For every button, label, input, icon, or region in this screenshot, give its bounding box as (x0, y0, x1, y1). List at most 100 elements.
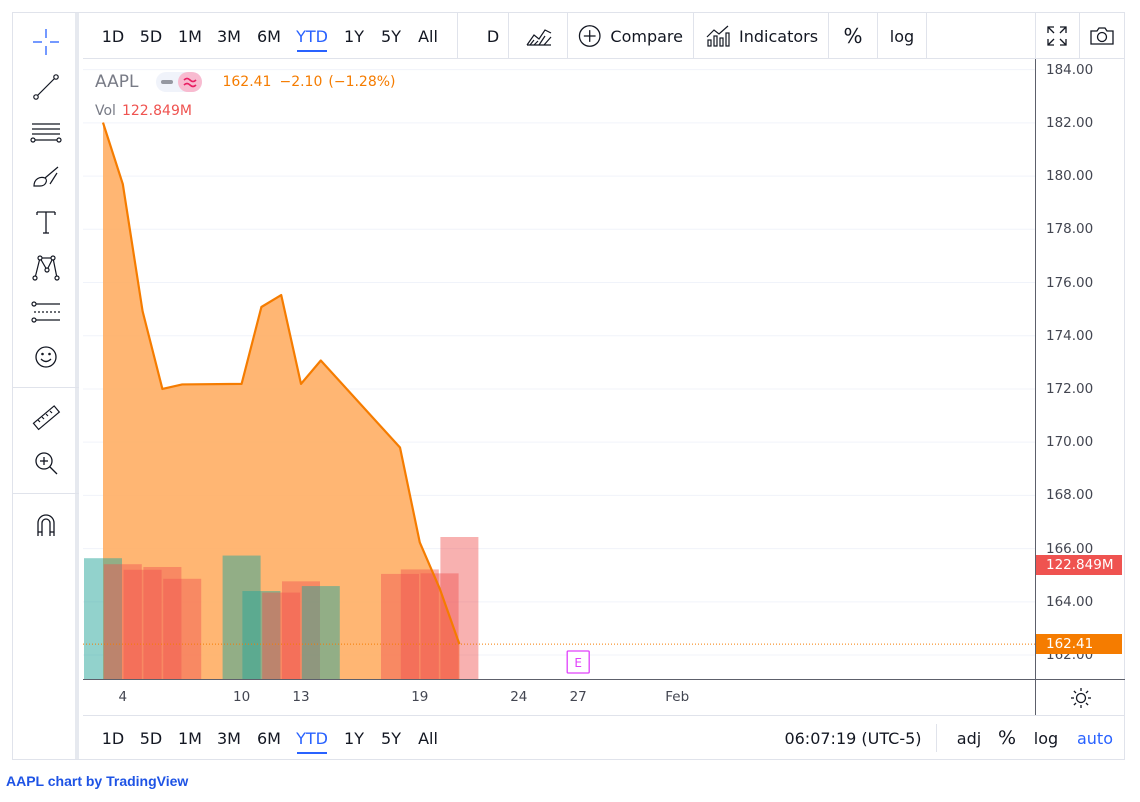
emoji-icon[interactable] (27, 338, 65, 376)
volume-label: Vol (95, 103, 116, 119)
indicators-icon (706, 25, 730, 47)
percent-scale-button[interactable]: % (829, 13, 877, 59)
range-1d-button[interactable]: 1D (99, 13, 127, 59)
trend-line-icon[interactable] (27, 68, 65, 106)
credit-symbol: AAPL (6, 773, 44, 789)
area-chart-icon (526, 29, 552, 46)
range-5y-button[interactable]: 5Y (375, 13, 407, 59)
fib-retracement-icon[interactable] (27, 113, 65, 151)
screenshot-button[interactable] (1079, 13, 1125, 59)
toolbar-divider (13, 387, 79, 388)
interval-button[interactable]: D (469, 13, 517, 59)
range-3m-button[interactable]: 3M (213, 13, 245, 59)
chart-type-button[interactable] (517, 13, 561, 59)
clock-timezone-button[interactable]: 06:07:19 (UTC-5) (783, 716, 923, 760)
time-tick-label: Feb (665, 689, 690, 705)
range-ytd-button[interactable]: YTD (292, 13, 332, 59)
time-scale[interactable]: 4 10 13 19 24 27 Feb (83, 679, 1036, 715)
time-tick-label: 10 (233, 689, 251, 705)
magnet-icon[interactable] (27, 506, 65, 544)
zoom-in-icon[interactable] (27, 444, 65, 482)
credit-text: chart by TradingView (47, 773, 189, 789)
price-tick-label: 184.00 (1046, 61, 1094, 78)
series-settings-button[interactable] (178, 72, 203, 92)
price-tick-label: 174.00 (1046, 327, 1094, 344)
indicators-label: Indicators (739, 26, 819, 46)
range-all-button[interactable]: All (413, 13, 443, 59)
price-tick-label: 180.00 (1046, 168, 1094, 185)
toolbar-divider (877, 13, 878, 59)
bottom-range-ytd-button[interactable]: YTD (292, 716, 332, 760)
price-tick-label: 170.00 (1046, 434, 1094, 451)
bottom-range-all-button[interactable]: All (413, 716, 443, 760)
price-tick-label: 172.00 (1046, 380, 1094, 397)
indicators-button[interactable]: Indicators (693, 13, 827, 59)
time-tick-label: 13 (292, 689, 310, 705)
last-price-value: 162.41 (222, 74, 272, 90)
auto-scale-button[interactable]: auto (1073, 716, 1117, 760)
price-change-percent: (−1.28%) (328, 74, 396, 90)
range-6m-button[interactable]: 6M (253, 13, 285, 59)
top-toolbar: 1D 5D 1M 3M 6M YTD 1Y 5Y All D Compare I… (83, 13, 1125, 59)
volume-tag: 122.849M (1036, 554, 1122, 575)
chart-widget: 1D 5D 1M 3M 6M YTD 1Y 5Y All D Compare I… (12, 12, 1125, 760)
bottom-range-5y-button[interactable]: 5Y (375, 716, 407, 760)
log-scale-button[interactable]: log (879, 13, 925, 59)
symbol-label: AAPL (95, 72, 139, 92)
price-tick-label: 182.00 (1046, 114, 1094, 131)
bottom-range-1y-button[interactable]: 1Y (339, 716, 369, 760)
sun-icon (1070, 687, 1091, 708)
legend-toggle-group (156, 72, 203, 92)
price-scale[interactable]: 184.00 182.00 180.00 178.00 176.00 174.00 172.… (1035, 59, 1125, 679)
hide-series-button[interactable] (156, 72, 178, 92)
bottom-log-button[interactable]: log (1029, 716, 1063, 760)
compare-label: Compare (610, 26, 683, 46)
bottom-range-1m-button[interactable]: 1M (175, 716, 205, 760)
price-change-value: −2.10 (279, 74, 323, 90)
pattern-icon[interactable] (27, 248, 65, 286)
adjust-dividends-button[interactable]: adj (951, 716, 987, 760)
wave-icon (183, 77, 198, 88)
range-1y-button[interactable]: 1Y (339, 13, 369, 59)
toolbar-divider (457, 13, 458, 59)
bottom-percent-button[interactable]: % (995, 716, 1019, 760)
bottom-range-3m-button[interactable]: 3M (213, 716, 245, 760)
crosshair-icon[interactable] (27, 23, 65, 61)
bottom-toolbar: 1D 5D 1M 3M 6M YTD 1Y 5Y All 06:07:19 (U… (83, 715, 1125, 759)
drawing-toolbar (13, 13, 79, 759)
time-tick-label: 4 (118, 689, 128, 705)
earnings-marker-label: E (574, 656, 582, 670)
bottom-range-6m-button[interactable]: 6M (253, 716, 285, 760)
time-tick-label: 19 (411, 689, 429, 705)
text-icon[interactable] (27, 203, 65, 241)
fullscreen-icon (1047, 26, 1067, 46)
tradingview-credit-link[interactable]: AAPL chart by TradingView (6, 773, 188, 789)
minus-icon (161, 80, 174, 84)
price-chart: E (83, 69, 1036, 679)
chart-pane[interactable]: E (83, 59, 1036, 679)
ruler-icon[interactable] (27, 399, 65, 437)
toolbar-divider (926, 13, 927, 59)
time-tick-label: 27 (569, 689, 587, 705)
volume-value: 122.849M (121, 103, 192, 119)
plus-circle-icon (578, 25, 601, 47)
toolbar-divider (13, 493, 79, 494)
volume-bar (301, 586, 340, 679)
forecast-icon[interactable] (27, 293, 65, 331)
brush-icon[interactable] (27, 158, 65, 196)
price-tick-label: 168.00 (1046, 487, 1094, 504)
range-1m-button[interactable]: 1M (175, 13, 205, 59)
last-price-tag: 162.41 (1036, 634, 1122, 655)
fullscreen-button[interactable] (1035, 13, 1079, 59)
bottom-range-5d-button[interactable]: 5D (135, 716, 167, 760)
bottom-range-1d-button[interactable]: 1D (99, 716, 127, 760)
camera-icon (1090, 27, 1114, 45)
chart-settings-button[interactable] (1035, 679, 1125, 715)
price-tick-label: 178.00 (1046, 221, 1094, 238)
compare-button[interactable]: Compare (567, 13, 683, 59)
range-5d-button[interactable]: 5D (135, 13, 167, 59)
volume-bar (163, 578, 202, 679)
time-tick-label: 24 (510, 689, 528, 705)
toolbar-divider (936, 724, 937, 752)
toolbar-divider (508, 13, 509, 59)
